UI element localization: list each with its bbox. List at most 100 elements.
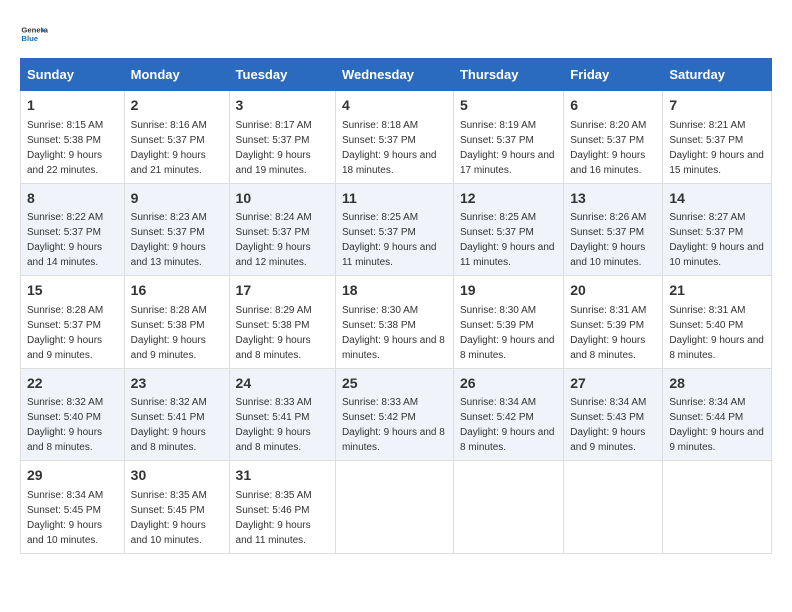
sunrise-info: Sunrise: 8:33 AM — [342, 397, 418, 408]
sunrise-info: Sunrise: 8:23 AM — [131, 212, 207, 223]
daylight-info: Daylight: 9 hours and 13 minutes. — [131, 242, 206, 268]
day-number: 23 — [131, 374, 223, 394]
daylight-info: Daylight: 9 hours and 22 minutes. — [27, 150, 102, 176]
sunset-info: Sunset: 5:40 PM — [669, 320, 743, 331]
day-number: 9 — [131, 189, 223, 209]
logo-icon: General Blue — [20, 20, 48, 48]
calendar-cell: 7Sunrise: 8:21 AMSunset: 5:37 PMDaylight… — [663, 91, 772, 184]
calendar-cell: 23Sunrise: 8:32 AMSunset: 5:41 PMDayligh… — [124, 368, 229, 461]
sunset-info: Sunset: 5:43 PM — [570, 412, 644, 423]
calendar-cell — [564, 461, 663, 554]
day-number: 3 — [236, 96, 329, 116]
sunset-info: Sunset: 5:37 PM — [27, 227, 101, 238]
sunset-info: Sunset: 5:37 PM — [570, 227, 644, 238]
day-number: 30 — [131, 466, 223, 486]
calendar-cell — [335, 461, 453, 554]
header-saturday: Saturday — [663, 59, 772, 91]
calendar-week-row: 22 Sunrise: 8:32 AM Sunset: 5:40 PM Dayligh… — [21, 368, 772, 461]
calendar-cell: 25Sunrise: 8:33 AMSunset: 5:42 PMDayligh… — [335, 368, 453, 461]
daylight-info: Daylight: 9 hours and 9 minutes. — [27, 335, 102, 361]
sunrise-info: Sunrise: 8:28 AM — [131, 305, 207, 316]
header-sunday: Sunday — [21, 59, 125, 91]
calendar-cell: 21Sunrise: 8:31 AMSunset: 5:40 PMDayligh… — [663, 276, 772, 369]
sunrise-info: Sunrise: 8:26 AM — [570, 212, 646, 223]
sunrise-info: Sunrise: 8:32 AM — [131, 397, 207, 408]
sunset-info: Sunset: 5:39 PM — [570, 320, 644, 331]
sunset-info: Sunset: 5:37 PM — [342, 227, 416, 238]
calendar-cell: 11Sunrise: 8:25 AMSunset: 5:37 PMDayligh… — [335, 183, 453, 276]
calendar-cell: 24Sunrise: 8:33 AMSunset: 5:41 PMDayligh… — [229, 368, 335, 461]
sunset-info: Sunset: 5:44 PM — [669, 412, 743, 423]
sunrise-info: Sunrise: 8:24 AM — [236, 212, 312, 223]
sunset-info: Sunset: 5:38 PM — [236, 320, 310, 331]
daylight-info: Daylight: 9 hours and 8 minutes. — [236, 335, 311, 361]
sunrise-info: Sunrise: 8:16 AM — [131, 120, 207, 131]
day-number: 16 — [131, 281, 223, 301]
sunset-info: Sunset: 5:37 PM — [27, 320, 101, 331]
calendar-cell: 8Sunrise: 8:22 AMSunset: 5:37 PMDaylight… — [21, 183, 125, 276]
calendar-cell: 1Sunrise: 8:15 AMSunset: 5:38 PMDaylight… — [21, 91, 125, 184]
calendar-cell: 2Sunrise: 8:16 AMSunset: 5:37 PMDaylight… — [124, 91, 229, 184]
daylight-info: Daylight: 9 hours and 8 minutes. — [570, 335, 645, 361]
sunrise-info: Sunrise: 8:15 AM — [27, 120, 103, 131]
day-number: 4 — [342, 96, 447, 116]
calendar-cell: 15Sunrise: 8:28 AMSunset: 5:37 PMDayligh… — [21, 276, 125, 369]
sunrise-info: Sunrise: 8:34 AM — [570, 397, 646, 408]
calendar-cell: 9Sunrise: 8:23 AMSunset: 5:37 PMDaylight… — [124, 183, 229, 276]
day-number: 12 — [460, 189, 557, 209]
sunrise-info: Sunrise: 8:17 AM — [236, 120, 312, 131]
day-number: 6 — [570, 96, 656, 116]
day-number: 17 — [236, 281, 329, 301]
day-number: 14 — [669, 189, 765, 209]
daylight-info: Daylight: 9 hours and 15 minutes. — [669, 150, 764, 176]
daylight-info: Daylight: 9 hours and 14 minutes. — [27, 242, 102, 268]
header-tuesday: Tuesday — [229, 59, 335, 91]
daylight-info: Daylight: 9 hours and 10 minutes. — [669, 242, 764, 268]
header-thursday: Thursday — [453, 59, 563, 91]
day-number: 22 — [27, 374, 118, 394]
sunset-info: Sunset: 5:39 PM — [460, 320, 534, 331]
sunset-info: Sunset: 5:42 PM — [342, 412, 416, 423]
logo: General Blue — [20, 20, 52, 48]
calendar-week-row: 8Sunrise: 8:22 AMSunset: 5:37 PMDaylight… — [21, 183, 772, 276]
daylight-info: Daylight: 9 hours and 12 minutes. — [236, 242, 311, 268]
daylight-info: Daylight: 9 hours and 8 minutes. — [27, 427, 102, 453]
calendar-cell: 22 Sunrise: 8:32 AM Sunset: 5:40 PM Dayligh… — [21, 368, 125, 461]
day-number: 31 — [236, 466, 329, 486]
sunset-info: Sunset: 5:37 PM — [460, 227, 534, 238]
calendar-cell: 30Sunrise: 8:35 AMSunset: 5:45 PMDayligh… — [124, 461, 229, 554]
day-number: 26 — [460, 374, 557, 394]
sunrise-info: Sunrise: 8:34 AM — [460, 397, 536, 408]
daylight-info: Daylight: 9 hours and 9 minutes. — [131, 335, 206, 361]
day-number: 29 — [27, 466, 118, 486]
calendar-cell: 5Sunrise: 8:19 AMSunset: 5:37 PMDaylight… — [453, 91, 563, 184]
calendar-cell: 27Sunrise: 8:34 AMSunset: 5:43 PMDayligh… — [564, 368, 663, 461]
daylight-info: Daylight: 9 hours and 10 minutes. — [570, 242, 645, 268]
day-number: 20 — [570, 281, 656, 301]
header: General Blue — [20, 20, 772, 48]
daylight-info: Daylight: 9 hours and 9 minutes. — [669, 427, 764, 453]
sunrise-info: Sunrise: 8:32 AM — [27, 397, 103, 408]
daylight-info: Daylight: 9 hours and 8 minutes. — [460, 335, 555, 361]
sunrise-info: Sunrise: 8:20 AM — [570, 120, 646, 131]
sunset-info: Sunset: 5:40 PM — [27, 412, 101, 423]
sunrise-info: Sunrise: 8:34 AM — [27, 490, 103, 501]
sunrise-info: Sunrise: 8:19 AM — [460, 120, 536, 131]
sunset-info: Sunset: 5:45 PM — [27, 505, 101, 516]
daylight-info: Daylight: 9 hours and 21 minutes. — [131, 150, 206, 176]
sunset-info: Sunset: 5:37 PM — [236, 227, 310, 238]
daylight-info: Daylight: 9 hours and 16 minutes. — [570, 150, 645, 176]
calendar-cell: 29Sunrise: 8:34 AMSunset: 5:45 PMDayligh… — [21, 461, 125, 554]
sunrise-info: Sunrise: 8:31 AM — [669, 305, 745, 316]
sunrise-info: Sunrise: 8:34 AM — [669, 397, 745, 408]
calendar-cell: 6Sunrise: 8:20 AMSunset: 5:37 PMDaylight… — [564, 91, 663, 184]
sunrise-info: Sunrise: 8:25 AM — [460, 212, 536, 223]
sunset-info: Sunset: 5:41 PM — [131, 412, 205, 423]
daylight-info: Daylight: 9 hours and 18 minutes. — [342, 150, 437, 176]
daylight-info: Daylight: 9 hours and 11 minutes. — [236, 520, 311, 546]
sunrise-info: Sunrise: 8:30 AM — [342, 305, 418, 316]
day-number: 8 — [27, 189, 118, 209]
header-monday: Monday — [124, 59, 229, 91]
calendar-table: SundayMondayTuesdayWednesdayThursdayFrid… — [20, 58, 772, 554]
daylight-info: Daylight: 9 hours and 11 minutes. — [460, 242, 555, 268]
